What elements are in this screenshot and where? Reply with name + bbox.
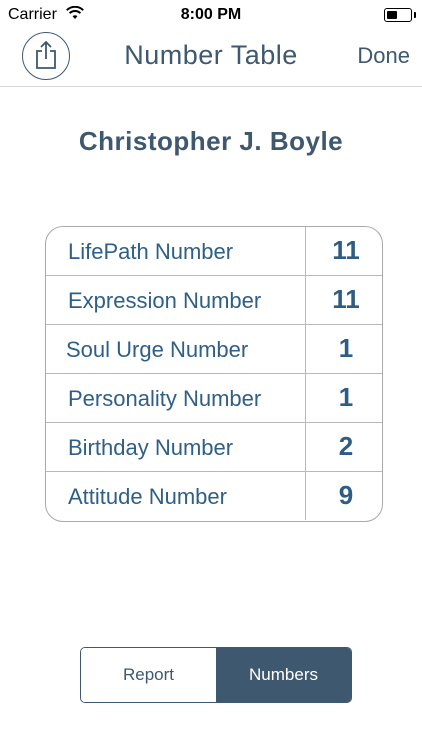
status-time: 8:00 PM xyxy=(180,6,242,23)
battery-icon xyxy=(384,8,416,22)
table-row: Expression Number 11 xyxy=(46,275,382,324)
done-button[interactable]: Done xyxy=(357,43,410,69)
row-value: 1 xyxy=(338,382,354,412)
segment-numbers[interactable]: Numbers xyxy=(216,648,351,702)
row-value: 11 xyxy=(332,284,360,314)
row-value: 9 xyxy=(338,480,354,510)
row-label: Soul Urge Number xyxy=(66,337,249,362)
row-value: 2 xyxy=(338,431,354,461)
table-row: LifePath Number 11 xyxy=(46,227,382,275)
row-label: Birthday Number xyxy=(68,435,234,460)
table-row: Personality Number 1 xyxy=(46,373,382,422)
row-label: Expression Number xyxy=(68,288,262,313)
row-value: 1 xyxy=(338,333,354,363)
status-bar: Carrier 8:00 PM xyxy=(0,0,422,30)
row-label: Attitude Number xyxy=(68,484,227,509)
table-row: Birthday Number 2 xyxy=(46,422,382,471)
table-row: Attitude Number 9 xyxy=(46,471,382,520)
segment-report[interactable]: Report xyxy=(81,648,216,702)
row-value: 11 xyxy=(332,235,360,265)
row-label: Personality Number xyxy=(68,386,262,411)
report-numbers-segmented-control: Report Numbers xyxy=(80,647,352,703)
row-label: LifePath Number xyxy=(68,239,234,264)
nav-bar: Number Table Done xyxy=(0,30,422,87)
person-name: Christopher J. Boyle xyxy=(78,126,344,156)
number-table: LifePath Number 11 Expression Number 11 … xyxy=(45,226,383,522)
table-row: Soul Urge Number 1 xyxy=(46,324,382,373)
